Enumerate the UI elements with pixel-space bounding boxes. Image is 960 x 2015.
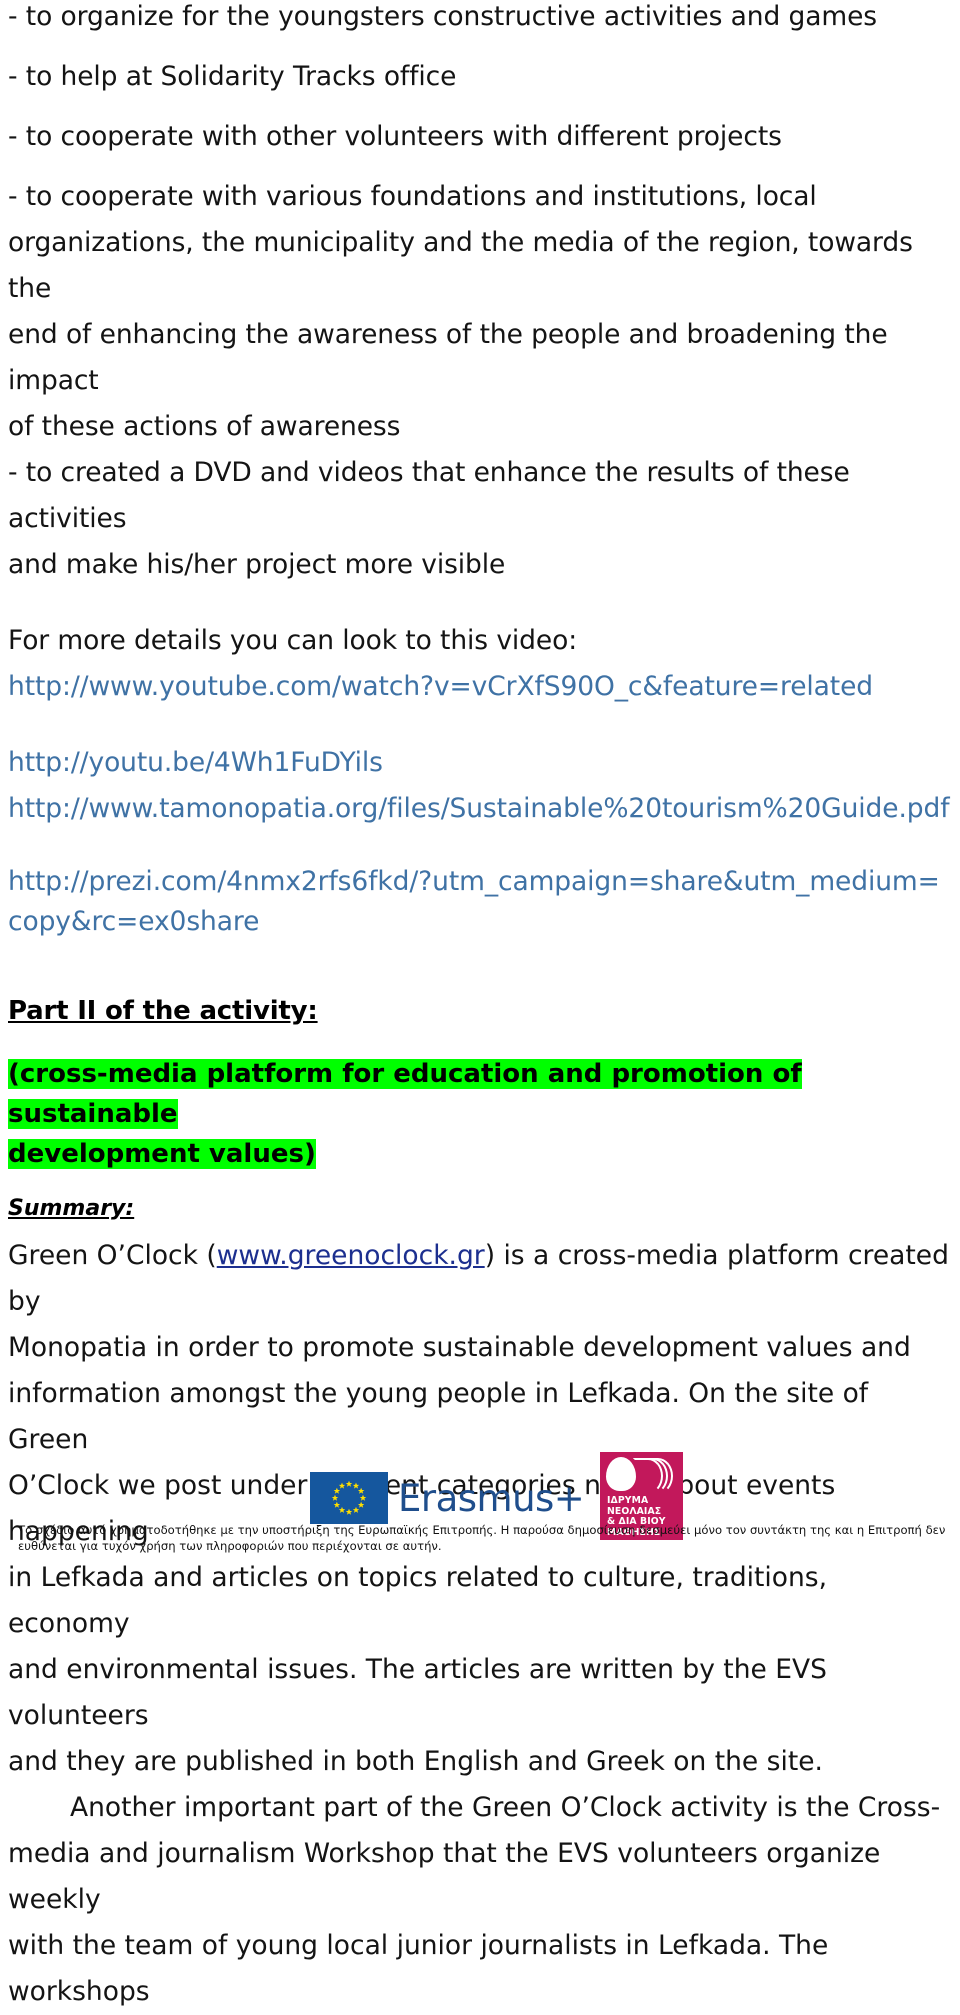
paragraph-cooperate-foundations: - to cooperate with various foundations … [8, 174, 952, 450]
paragraph-line: of these actions of awareness [8, 411, 401, 442]
summary-label: Summary: [8, 1196, 135, 1221]
eu-flag-icon [310, 1472, 388, 1524]
paragraph-line: and they are published in both English a… [8, 1746, 823, 1777]
bullet-item-help: - to help at Solidarity Tracks office [8, 61, 457, 92]
link-greenoclock[interactable]: www.greenoclock.gr [217, 1240, 485, 1271]
bullet-item-dvd: - to created a DVD and videos that enhan… [8, 450, 952, 588]
paragraph-line: and environmental issues. The articles a… [8, 1654, 827, 1731]
summary-lead-before-link: Green O’Clock ( [8, 1240, 217, 1271]
iny-logo-line: ΙΔΡΥΜΑ [607, 1495, 649, 1506]
paragraph-line: media and journalism Workshop that the E… [8, 1838, 881, 1915]
part-two-heading-wrap: Part II of the activity: [8, 996, 952, 1026]
paragraph-line: - to created a DVD and videos that enhan… [8, 457, 850, 534]
paragraph-line: - to cooperate with various foundations … [8, 181, 817, 212]
footer-disclaimer: Το σχέδιο αυτό χρηματοδοτήθηκε με την υπ… [18, 1523, 946, 1553]
head-silhouette-icon [606, 1457, 636, 1491]
arc-lines-icon [633, 1458, 673, 1494]
paragraph-line: Another important part of the Green O’Cl… [70, 1792, 941, 1823]
paragraph-line: and make his/her project more visible [8, 549, 506, 580]
paragraph-line: in Lefkada and articles on topics relate… [8, 1562, 828, 1639]
paragraph-line: Monopatia in order to promote sustainabl… [8, 1332, 911, 1363]
part-two-heading: Part II of the activity: [8, 996, 318, 1026]
erasmus-wordmark: Erasmus+ [398, 1476, 585, 1520]
bullet-item-organize: - to organize for the youngsters constru… [8, 1, 877, 32]
link-prezi[interactable]: http://prezi.com/4nmx2rfs6fkd/?utm_campa… [8, 862, 952, 942]
paragraph-line: Green O’Clock (www.greenoclock.gr) is a … [8, 1233, 952, 1325]
document-page: - to organize for the youngsters constru… [0, 0, 960, 2007]
link-youtube-watch[interactable]: http://www.youtube.com/watch?v=vCrXfS90O… [8, 664, 952, 710]
eu-stars-icon [331, 1480, 367, 1515]
highlighted-subtitle: (cross-media platform for education and … [8, 1054, 952, 1174]
document-body: - to organize for the youngsters constru… [8, 0, 952, 2015]
erasmus-logo: Erasmus+ [310, 1472, 585, 1524]
paragraph-line: organizations, the municipality and the … [8, 227, 913, 304]
link-tamonopatia-pdf[interactable]: http://www.tamonopatia.org/files/Sustain… [8, 786, 952, 832]
bullet-item-cooperate-volunteers: - to cooperate with other volunteers wit… [8, 121, 782, 152]
paragraph-line: end of enhancing the awareness of the pe… [8, 319, 888, 396]
paragraph-line: with the team of young local junior jour… [8, 1930, 829, 2007]
summary-label-wrap: Summary: [8, 1196, 952, 1221]
link-youtu-be[interactable]: http://youtu.be/4Wh1FuDYils [8, 740, 952, 786]
highlight-line-1: (cross-media platform for education and … [8, 1059, 802, 1129]
highlight-line-2: development values) [8, 1139, 316, 1169]
workshop-paragraph: Another important part of the Green O’Cl… [8, 1785, 952, 2015]
paragraph-line: information amongst the young people in … [8, 1378, 869, 1455]
video-intro-text: For more details you can look to this vi… [8, 625, 578, 656]
